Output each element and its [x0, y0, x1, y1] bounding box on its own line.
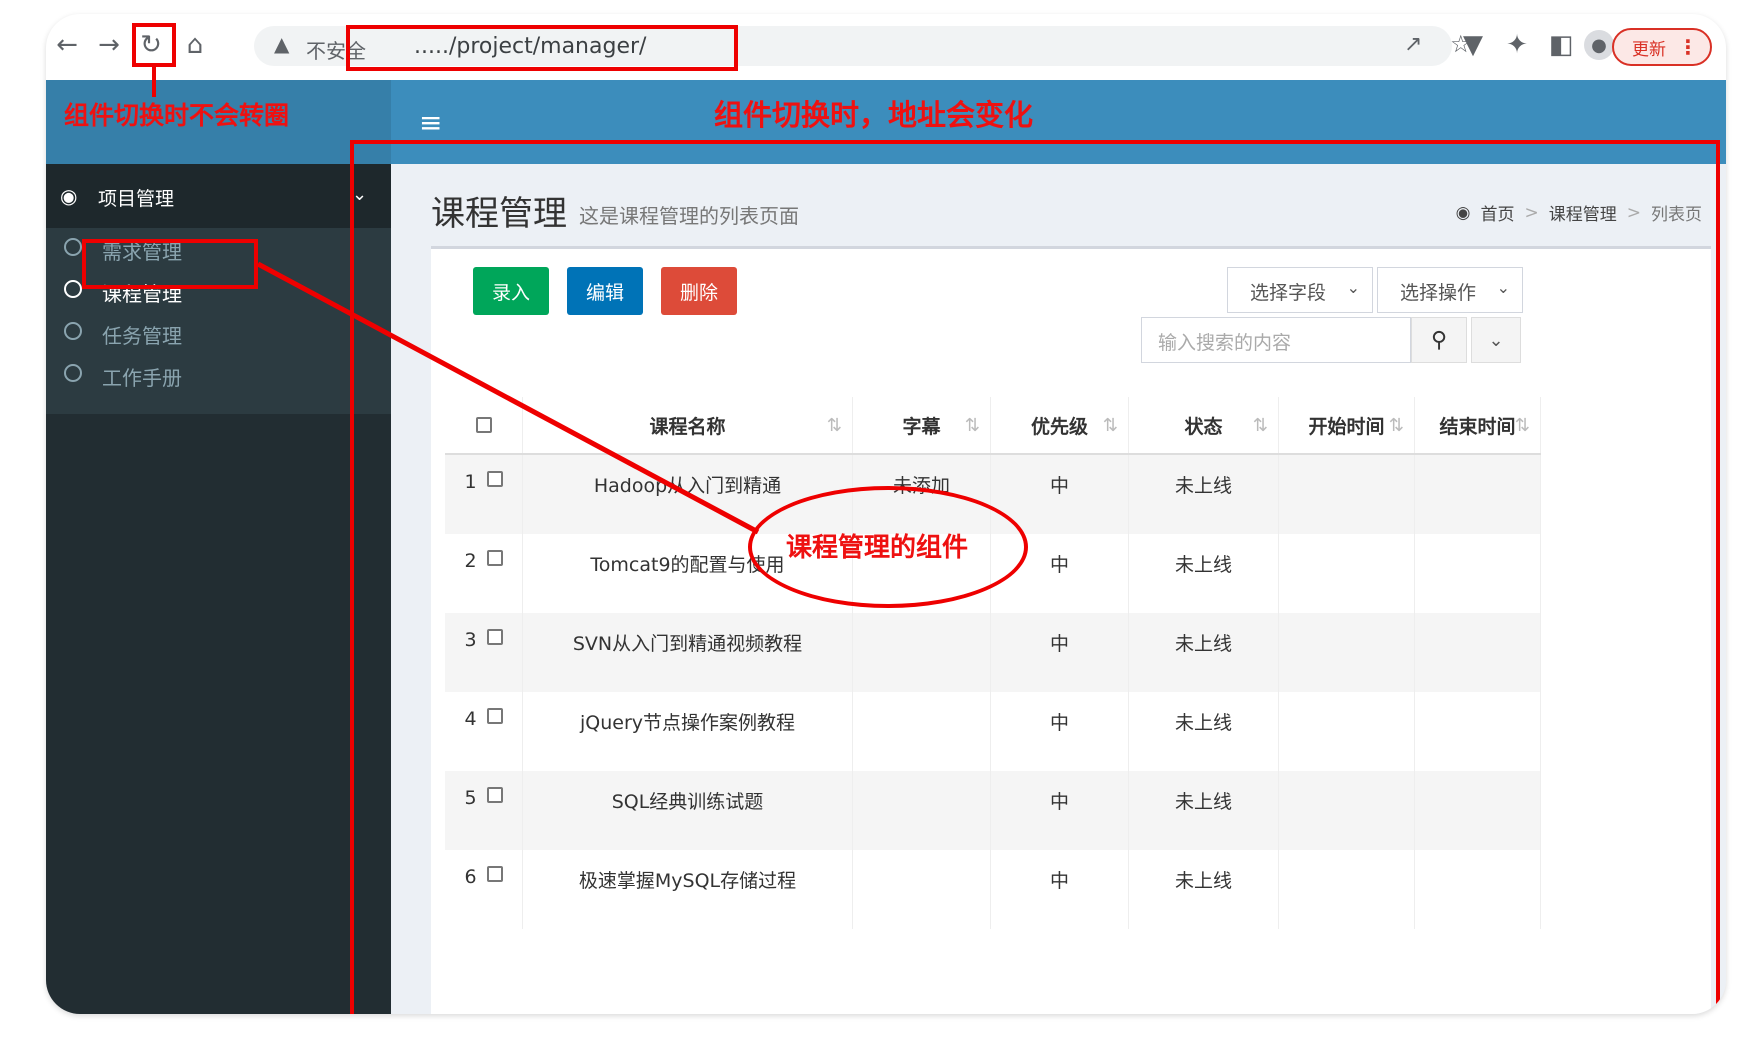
- annotation-component: 课程管理的组件: [786, 533, 969, 563]
- screenshot-frame: ← → ↻ ⌂ ▲ 不安全 ...../project/manager/ ↗ ☆…: [46, 14, 1726, 1014]
